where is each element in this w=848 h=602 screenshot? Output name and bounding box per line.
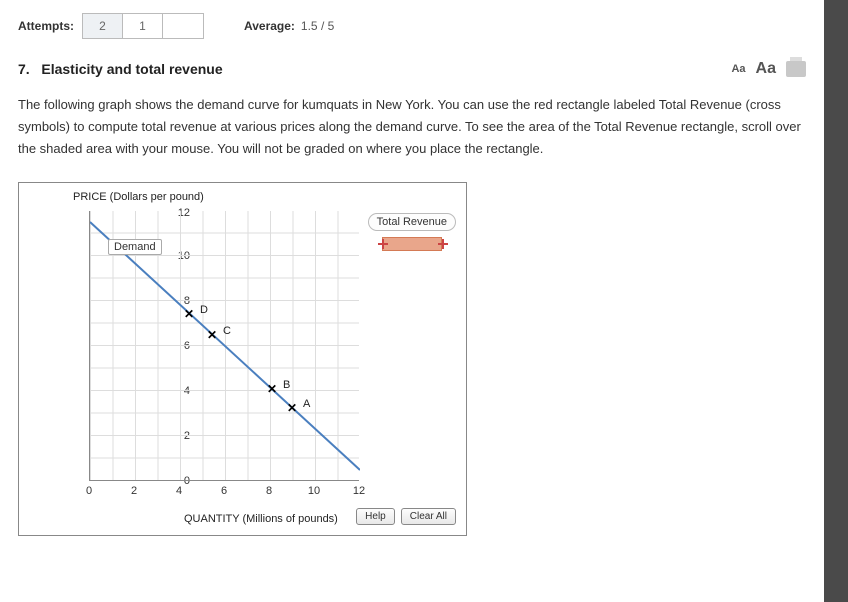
x-tick: 4 xyxy=(176,485,182,497)
x-axis-title: QUANTITY (Millions of pounds) xyxy=(184,513,338,525)
attempt-box-1[interactable]: 2 xyxy=(83,14,123,38)
question-header: 7. Elasticity and total revenue Aa Aa xyxy=(18,60,806,78)
total-revenue-label: Total Revenue xyxy=(368,213,456,231)
point-d-label: D xyxy=(200,304,208,316)
total-revenue-tool[interactable] xyxy=(382,237,442,251)
help-button[interactable]: Help xyxy=(356,508,395,525)
graph-container: PRICE (Dollars per pound) 0 2 4 6 8 10 1… xyxy=(18,182,467,536)
y-axis-title: PRICE (Dollars per pound) xyxy=(73,191,204,203)
demand-series-label: Demand xyxy=(108,239,162,255)
graph-buttons: Help Clear All xyxy=(356,508,456,525)
average-value: 1.5 / 5 xyxy=(301,19,334,33)
plot-area[interactable]: Demand D C B A xyxy=(89,211,359,481)
point-c[interactable] xyxy=(209,332,219,342)
print-icon[interactable] xyxy=(786,61,806,77)
cross-handle-icon[interactable] xyxy=(438,239,448,249)
attempt-box-2[interactable]: 1 xyxy=(123,14,163,38)
font-size-increase-icon[interactable]: Aa xyxy=(756,60,776,78)
total-revenue-legend: Total Revenue xyxy=(368,213,456,251)
point-a-label: A xyxy=(303,398,310,410)
attempts-row: Attempts: 2 1 Average: 1.5 / 5 xyxy=(18,12,806,40)
x-tick: 2 xyxy=(131,485,137,497)
x-tick: 6 xyxy=(221,485,227,497)
attempt-box-3[interactable] xyxy=(163,14,203,38)
attempt-boxes: 2 1 xyxy=(82,13,204,39)
question-title: 7. Elasticity and total revenue xyxy=(18,61,223,77)
average-label: Average: xyxy=(244,19,295,33)
question-number: 7. xyxy=(18,61,30,77)
x-tick: 10 xyxy=(308,485,320,497)
x-tick: 12 xyxy=(353,485,365,497)
text-tools: Aa Aa xyxy=(731,60,806,78)
cross-handle-icon[interactable] xyxy=(378,239,388,249)
x-tick: 0 xyxy=(86,485,92,497)
font-size-decrease-icon[interactable]: Aa xyxy=(731,63,745,75)
point-a[interactable] xyxy=(289,405,299,415)
point-c-label: C xyxy=(223,325,231,337)
question-title-text: Elasticity and total revenue xyxy=(41,61,222,77)
point-b-label: B xyxy=(283,379,290,391)
clear-all-button[interactable]: Clear All xyxy=(401,508,456,525)
point-b[interactable] xyxy=(269,386,279,396)
question-text: The following graph shows the demand cur… xyxy=(18,94,806,160)
vertical-scrollbar[interactable] xyxy=(824,0,848,602)
x-tick: 8 xyxy=(266,485,272,497)
attempts-label: Attempts: xyxy=(18,19,74,33)
point-d[interactable] xyxy=(186,311,196,321)
question-content: Attempts: 2 1 Average: 1.5 / 5 7. Elasti… xyxy=(0,0,824,548)
